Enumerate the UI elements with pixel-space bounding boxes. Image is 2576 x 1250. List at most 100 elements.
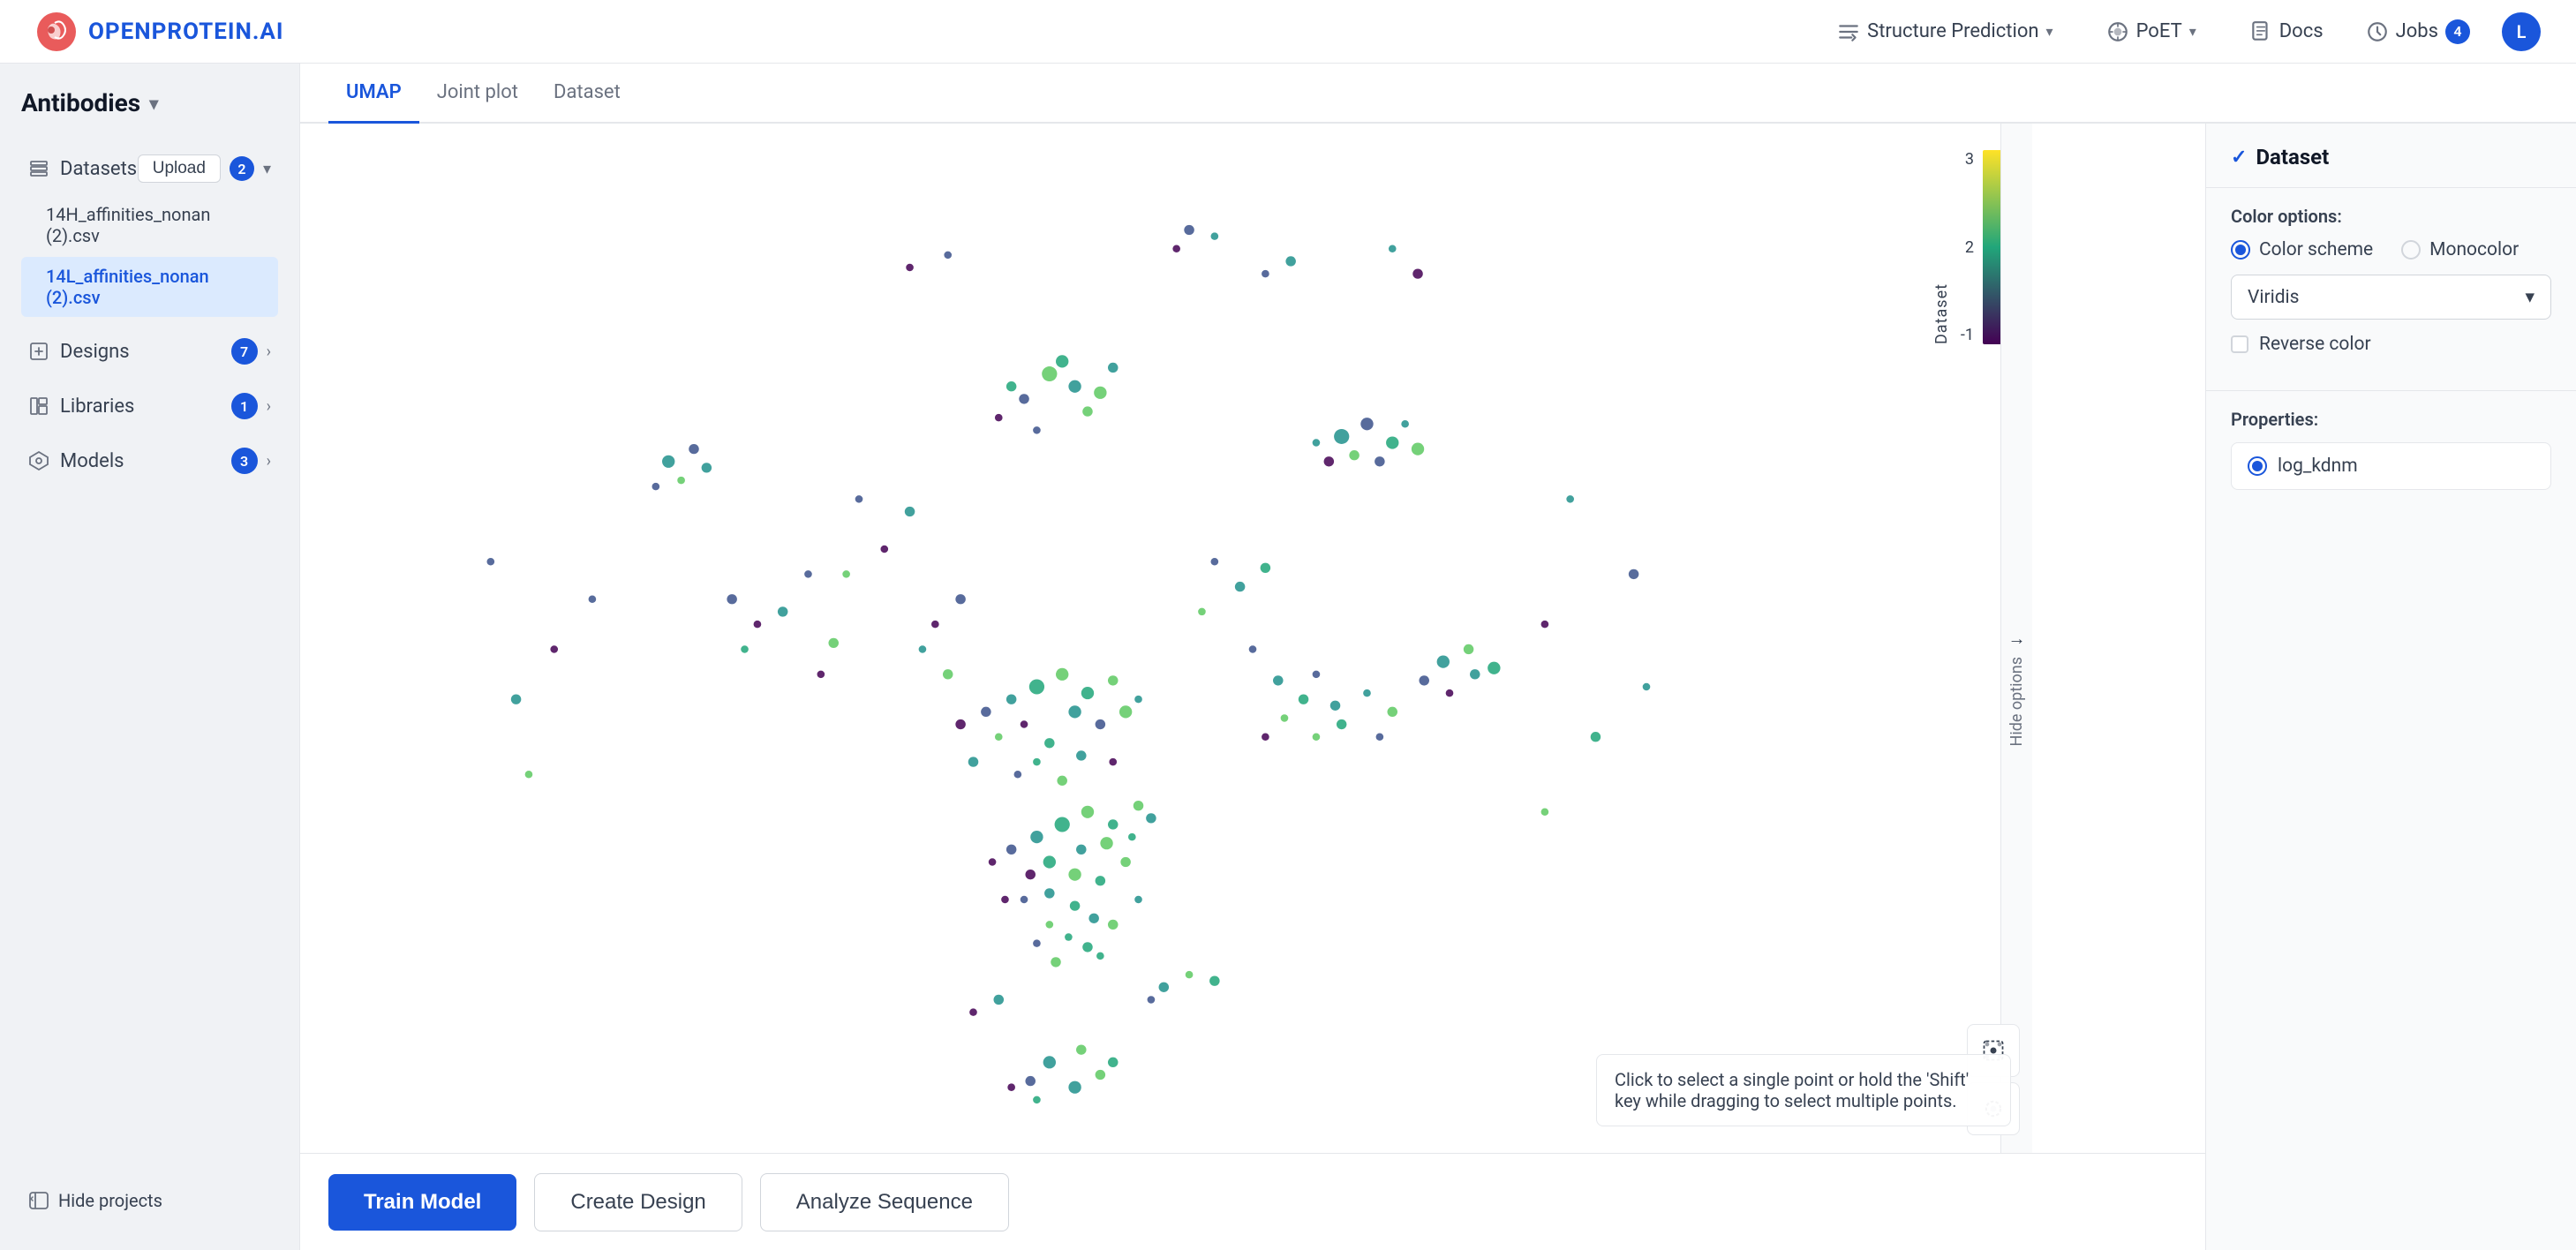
hide-options-text: Hide options <box>2007 657 2026 747</box>
datasets-header-left: Datasets <box>28 158 137 180</box>
models-right: 3 › <box>231 448 271 474</box>
models-label: Models <box>60 450 124 472</box>
datasets-icon <box>28 158 49 179</box>
sidebar-title-chevron[interactable]: ▾ <box>149 93 158 114</box>
color-scheme-dropdown[interactable]: Viridis ▾ <box>2231 275 2551 320</box>
colorbar-title: Dataset <box>1932 150 1951 344</box>
panel-divider-2 <box>2206 390 2576 391</box>
docs-nav[interactable]: Docs <box>2239 13 2334 50</box>
models-icon <box>28 450 49 471</box>
property-option-1[interactable]: log_kdnm <box>2231 442 2551 490</box>
monocolor-radio-circle <box>2401 240 2421 260</box>
designs-count: 7 <box>231 338 258 365</box>
upload-button[interactable]: Upload <box>138 154 221 183</box>
analyze-sequence-button[interactable]: Analyze Sequence <box>760 1173 1009 1231</box>
datasets-section: Datasets Upload 2 ▾ 14H_affinities_nonan… <box>21 142 278 319</box>
dataset-file-2[interactable]: 14L_affinities_nonan (2).csv <box>21 257 278 317</box>
structure-prediction-chevron: ▾ <box>2046 23 2053 40</box>
color-scheme-radio-circle <box>2231 240 2250 260</box>
tab-umap[interactable]: UMAP <box>328 64 419 124</box>
right-panel-header: ✓ Dataset <box>2206 124 2576 184</box>
sidebar-section-libraries[interactable]: Libraries 1 › <box>21 380 278 432</box>
monocolor-radio[interactable]: Monocolor <box>2401 239 2519 260</box>
tab-dataset[interactable]: Dataset <box>536 64 638 124</box>
colorbar-mid-value: 2 <box>1965 238 1974 257</box>
models-label-row: Models <box>28 450 124 472</box>
tab-joint-plot[interactable]: Joint plot <box>419 64 536 124</box>
docs-icon <box>2249 20 2272 43</box>
dropdown-chevron-icon: ▾ <box>2525 286 2535 308</box>
hide-projects-icon <box>28 1190 49 1211</box>
colorbar: Dataset 3 2 -1 <box>1961 150 2002 344</box>
structure-prediction-label: Structure Prediction <box>1867 20 2038 42</box>
jobs-nav[interactable]: Jobs 4 <box>2366 19 2470 44</box>
structure-prediction-nav[interactable]: Structure Prediction ▾ <box>1827 13 2063 50</box>
reverse-color-row: Reverse color <box>2231 334 2551 355</box>
property-radio-circle <box>2248 456 2267 476</box>
poet-icon <box>2106 20 2129 43</box>
topnav: OPENPROTEIN.AI Structure Prediction ▾ Po… <box>0 0 2576 64</box>
properties-section: Properties: log_kdnm <box>2206 395 2576 504</box>
sidebar-title-text: Antibodies <box>21 88 140 117</box>
poet-label: PoET <box>2136 20 2182 42</box>
logo-area: OPENPROTEIN.AI <box>35 11 283 53</box>
designs-right: 7 › <box>231 338 271 365</box>
color-options-row: Color scheme Monocolor <box>2231 239 2551 260</box>
sidebar: Antibodies ▾ Datasets Upload 2 ▾ <box>0 64 300 1250</box>
jobs-label: Jobs <box>2396 20 2438 42</box>
umap-container[interactable]: Dataset 3 2 -1 → Hide options <box>300 124 2205 1250</box>
libraries-label: Libraries <box>60 395 134 418</box>
color-options-section: Color options: Color scheme Monocolor <box>2206 192 2576 387</box>
dataset-file-1[interactable]: 14H_affinities_nonan (2).csv <box>21 195 278 255</box>
designs-chevron: › <box>267 343 271 361</box>
main-content: Dataset 3 2 -1 → Hide options <box>300 124 2576 1250</box>
color-options-label: Color options: <box>2231 206 2551 227</box>
models-chevron: › <box>267 452 271 471</box>
jobs-count: 4 <box>2445 19 2470 44</box>
colorbar-gradient <box>1983 150 2002 344</box>
sidebar-section-models[interactable]: Models 3 › <box>21 435 278 486</box>
datasets-header: Datasets Upload 2 ▾ <box>21 142 278 195</box>
docs-label: Docs <box>2279 20 2324 42</box>
selection-hint-text: Click to select a single point or hold t… <box>1615 1069 1969 1111</box>
dataset-check-icon: ✓ <box>2231 147 2247 169</box>
monocolor-label: Monocolor <box>2429 239 2519 260</box>
dropdown-value: Viridis <box>2248 287 2300 308</box>
create-design-button[interactable]: Create Design <box>534 1173 742 1231</box>
designs-label: Designs <box>60 341 130 363</box>
train-model-button[interactable]: Train Model <box>328 1174 516 1231</box>
poet-nav[interactable]: PoET ▾ <box>2096 13 2207 50</box>
colorbar-bottom-value: -1 <box>1961 326 1974 344</box>
datasets-label: Datasets <box>60 158 137 180</box>
topnav-right: Structure Prediction ▾ PoET ▾ Docs <box>1827 12 2541 51</box>
libraries-chevron: › <box>267 397 271 416</box>
logo-icon <box>35 11 78 53</box>
user-avatar[interactable]: L <box>2502 12 2541 51</box>
logo-text: OPENPROTEIN.AI <box>88 19 283 45</box>
designs-label-row: Designs <box>28 341 130 363</box>
property-value: log_kdnm <box>2278 456 2358 477</box>
datasets-chevron[interactable]: ▾ <box>263 160 271 178</box>
sidebar-section-designs[interactable]: Designs 7 › <box>21 326 278 377</box>
libraries-right: 1 › <box>231 393 271 419</box>
libraries-label-row: Libraries <box>28 395 134 418</box>
structure-icon <box>1837 20 1860 43</box>
right-panel: ✓ Dataset Color options: Color scheme <box>2205 124 2576 1250</box>
color-scheme-radio[interactable]: Color scheme <box>2231 239 2373 260</box>
tabs-bar: UMAP Joint plot Dataset <box>300 64 2576 124</box>
libraries-icon <box>28 395 49 417</box>
reverse-color-label: Reverse color <box>2259 334 2371 355</box>
main-layout: Antibodies ▾ Datasets Upload 2 ▾ <box>0 64 2576 1250</box>
hide-projects-button[interactable]: Hide projects <box>21 1176 278 1225</box>
libraries-count: 1 <box>231 393 258 419</box>
panel-divider-1 <box>2206 187 2576 188</box>
datasets-count: 2 <box>230 156 254 181</box>
sidebar-title: Antibodies ▾ <box>21 88 278 117</box>
hide-projects-label: Hide projects <box>58 1190 162 1211</box>
colorbar-top-value: 3 <box>1965 150 1974 169</box>
models-count: 3 <box>231 448 258 474</box>
color-scheme-label: Color scheme <box>2259 239 2373 260</box>
designs-icon <box>28 341 49 362</box>
reverse-color-checkbox[interactable] <box>2231 335 2248 353</box>
selection-hint-area: Click to select a single point or hold t… <box>1525 1054 2011 1131</box>
